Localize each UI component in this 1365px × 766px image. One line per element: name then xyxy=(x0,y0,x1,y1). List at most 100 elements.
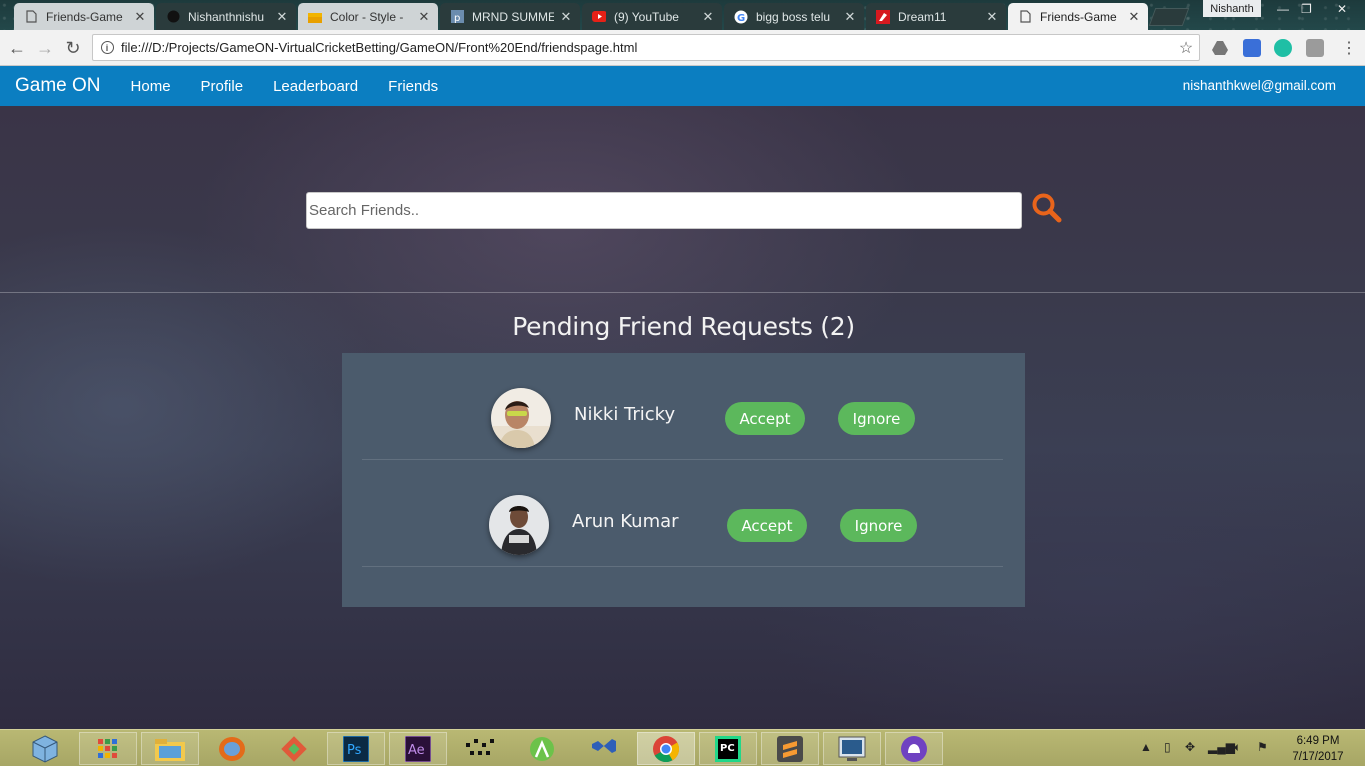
extension-pdf-icon[interactable] xyxy=(1306,39,1324,57)
tab-title: Friends-Game xyxy=(1040,9,1117,24)
nav-leaderboard[interactable]: Leaderboard xyxy=(273,78,358,95)
nav-friends[interactable]: Friends xyxy=(388,78,438,95)
url-text[interactable]: file:///D:/Projects/GameON-VirtualCricke… xyxy=(121,40,1173,55)
ignore-button[interactable]: Ignore xyxy=(840,509,917,542)
browser-tab-dream11[interactable]: Dream11 ✕ xyxy=(866,3,1006,30)
svg-text:PC: PC xyxy=(720,743,735,754)
drive-extension-icon[interactable] xyxy=(1211,39,1229,57)
battery-icon[interactable]: ▯ xyxy=(1164,740,1171,754)
nav-home[interactable]: Home xyxy=(131,78,171,95)
restore-icon[interactable]: ❐ xyxy=(1301,2,1312,16)
bookmark-star-icon[interactable]: ☆ xyxy=(1173,38,1199,58)
network-signal-icon[interactable]: ▂▄▆ xyxy=(1208,740,1235,754)
p-logo-icon: p xyxy=(450,10,464,24)
clock-time: 6:49 PM xyxy=(1296,735,1340,747)
browser-tab-friends-game[interactable]: Friends-Game ✕ xyxy=(14,3,154,30)
after-effects-icon[interactable]: Ae xyxy=(389,732,447,765)
new-tab-button[interactable] xyxy=(1148,8,1190,26)
browser-tab-strip: Friends-Game ✕ Nishanthnishu ✕ Color - S… xyxy=(0,0,1365,30)
app-navbar: Game ON Home Profile Leaderboard Friends… xyxy=(0,66,1365,106)
action-center-flag-icon[interactable]: ⚑ xyxy=(1257,740,1268,754)
menu-dots-icon[interactable]: ⋮ xyxy=(1338,37,1360,59)
sublime-text-icon[interactable] xyxy=(761,732,819,765)
address-bar[interactable]: i file:///D:/Projects/GameON-VirtualCric… xyxy=(92,34,1200,61)
reload-icon[interactable]: ↻ xyxy=(62,37,84,59)
search-friends-input[interactable] xyxy=(306,192,1022,229)
nav-profile[interactable]: Profile xyxy=(201,78,244,95)
android-studio-icon[interactable] xyxy=(513,732,571,765)
browser-tab-google[interactable]: G bigg boss telu ✕ xyxy=(724,3,864,30)
friend-request-row: Nikki Tricky Accept Ignore xyxy=(362,353,1003,460)
close-tab-icon[interactable]: ✕ xyxy=(418,9,430,25)
browser-toolbar: ← → ↻ i file:///D:/Projects/GameON-Virtu… xyxy=(0,30,1365,66)
tray-overflow-icon[interactable]: ▲ xyxy=(1140,740,1152,754)
close-tab-icon[interactable]: ✕ xyxy=(276,9,288,25)
media-player-icon[interactable] xyxy=(203,732,261,765)
close-tab-icon[interactable]: ✕ xyxy=(134,9,146,25)
system-clock[interactable]: 6:49 PM 7/17/2017 xyxy=(1286,733,1350,765)
youtube-icon xyxy=(592,10,606,24)
chrome-icon[interactable] xyxy=(637,732,695,765)
browser-tab-youtube[interactable]: (9) YouTube ✕ xyxy=(582,3,722,30)
dream11-icon xyxy=(876,9,890,24)
section-divider xyxy=(0,292,1365,293)
file-explorer-icon[interactable] xyxy=(141,732,199,765)
forward-arrow-icon[interactable]: → xyxy=(34,37,56,59)
ignore-button[interactable]: Ignore xyxy=(838,402,915,435)
pixel-app-icon[interactable] xyxy=(451,732,509,765)
user-email[interactable]: nishanthkwel@gmail.com xyxy=(1183,78,1336,93)
close-tab-icon[interactable]: ✕ xyxy=(1128,9,1140,25)
info-icon[interactable]: i xyxy=(96,37,118,59)
close-tab-icon[interactable]: ✕ xyxy=(844,9,856,25)
pycharm-icon[interactable]: PC xyxy=(699,732,757,765)
search-icon[interactable] xyxy=(1031,192,1063,224)
dropbox-icon[interactable]: ✥ xyxy=(1185,740,1195,754)
friend-request-row: Arun Kumar Accept Ignore xyxy=(362,460,1003,567)
page-icon xyxy=(1018,10,1032,24)
virtual-machine-icon[interactable] xyxy=(823,732,881,765)
tab-title: Nishanthnishu xyxy=(188,9,265,24)
tab-title: MRND SUMME xyxy=(472,9,554,24)
browser-profile-chip[interactable]: Nishanth xyxy=(1203,0,1261,17)
pending-requests-panel: Nikki Tricky Accept Ignore Arun Kumar Ac… xyxy=(342,353,1025,607)
friend-name[interactable]: Arun Kumar xyxy=(572,511,679,532)
google-icon: G xyxy=(734,10,748,24)
apps-grid-icon[interactable] xyxy=(79,732,137,765)
extension-m-icon[interactable] xyxy=(1274,39,1292,57)
github-icon xyxy=(166,10,180,24)
tab-title: (9) YouTube xyxy=(614,9,679,24)
git-icon[interactable] xyxy=(265,732,323,765)
volume-icon[interactable]: 🔈︎ xyxy=(1234,740,1241,755)
github-desktop-icon[interactable] xyxy=(885,732,943,765)
folder-icon xyxy=(308,10,322,24)
back-arrow-icon[interactable]: ← xyxy=(6,37,28,59)
close-tab-icon[interactable]: ✕ xyxy=(986,9,998,25)
tab-title: Friends-Game xyxy=(46,9,123,24)
tab-title: Color - Style - xyxy=(330,9,404,24)
friend-name[interactable]: Nikki Tricky xyxy=(574,404,675,425)
window-close-icon[interactable]: ✕ xyxy=(1337,2,1347,16)
accept-button[interactable]: Accept xyxy=(727,509,807,542)
brand-logo[interactable]: Game ON xyxy=(15,75,101,97)
close-tab-icon[interactable]: ✕ xyxy=(560,9,572,25)
close-tab-icon[interactable]: ✕ xyxy=(702,9,714,25)
browser-tab-mrnd[interactable]: p MRND SUMME ✕ xyxy=(440,3,580,30)
clock-date: 7/17/2017 xyxy=(1292,751,1344,763)
browser-tab-github[interactable]: Nishanthnishu ✕ xyxy=(156,3,296,30)
visual-studio-icon[interactable] xyxy=(575,732,633,765)
browser-tab-color-style[interactable]: Color - Style - ✕ xyxy=(298,3,438,30)
minimize-icon[interactable]: — xyxy=(1277,2,1289,16)
browser-tab-friends-game-active[interactable]: Friends-Game ✕ xyxy=(1008,3,1148,30)
accept-button[interactable]: Accept xyxy=(725,402,805,435)
page-icon xyxy=(24,10,38,24)
tab-title: bigg boss telu xyxy=(756,9,831,24)
page-body: Pending Friend Requests (2) Nikki Tricky… xyxy=(0,106,1365,729)
svg-text:Ae: Ae xyxy=(408,743,425,758)
photoshop-icon[interactable]: Ps xyxy=(327,732,385,765)
start-cube-icon[interactable] xyxy=(16,732,74,765)
extension-blue-icon[interactable] xyxy=(1243,39,1261,57)
tab-title: Dream11 xyxy=(898,9,947,24)
windows-taskbar: Ps Ae PC ▲ ▯ ✥ ▂▄▆ 🔈︎ ⚑ 6:49 PM 7/17/201… xyxy=(0,729,1365,766)
svg-text:G: G xyxy=(737,13,745,24)
pending-requests-title: Pending Friend Requests (2) xyxy=(512,312,855,341)
